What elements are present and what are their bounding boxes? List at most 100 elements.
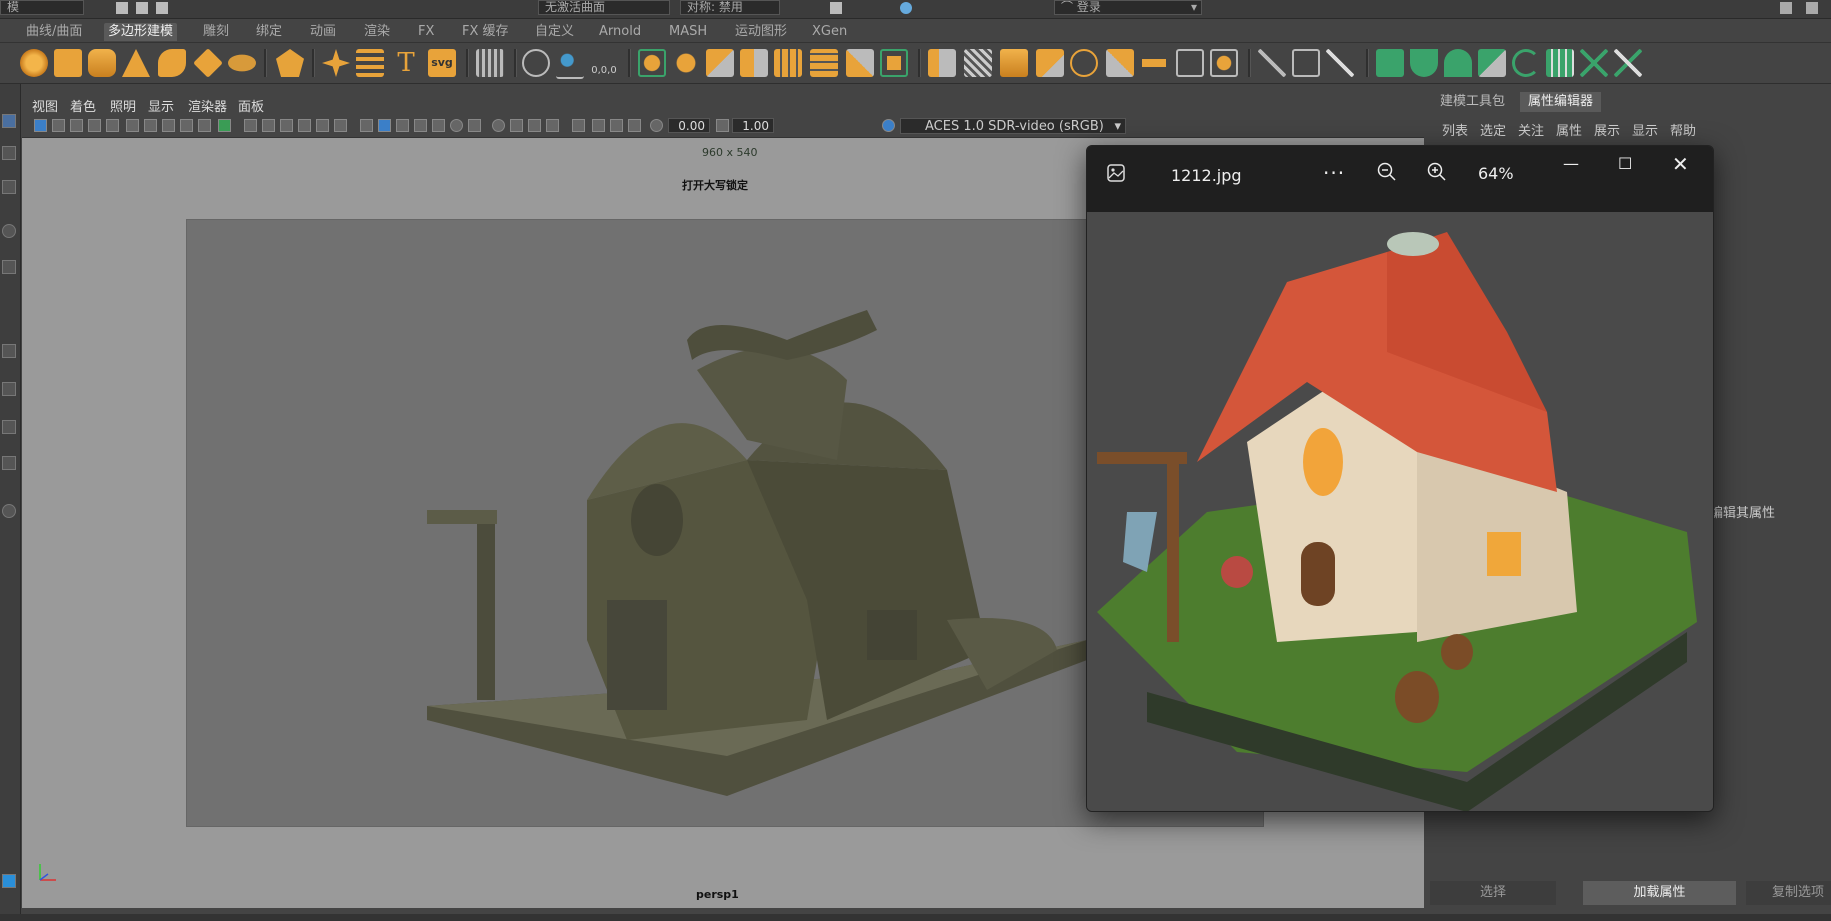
open-scene-icon[interactable] (136, 2, 148, 14)
super-shape-icon[interactable] (322, 49, 350, 77)
menu-attributes[interactable]: 属性 (1556, 120, 1582, 139)
cylindrical-uv-icon[interactable] (1410, 49, 1438, 77)
tab-fx[interactable]: FX (414, 23, 438, 41)
menu-show[interactable]: 显示 (148, 96, 174, 115)
grease-pencil-icon[interactable] (218, 119, 231, 132)
minimize-icon[interactable]: — (1563, 154, 1579, 173)
copy-tab-button[interactable]: 复制选项 (1746, 881, 1831, 905)
camera-attributes-icon[interactable] (34, 119, 47, 132)
remesh-icon[interactable] (846, 49, 874, 77)
tab-motion-graphics[interactable]: 运动图形 (731, 23, 791, 41)
ipr-icon[interactable] (900, 2, 912, 14)
append-to-poly-icon[interactable] (1036, 49, 1064, 77)
textured-icon[interactable] (432, 119, 445, 132)
menu-set-selector[interactable]: 模 (0, 0, 84, 15)
layout-stack-icon[interactable] (2, 456, 16, 470)
offset-edge-loop-icon[interactable] (1326, 49, 1354, 77)
spherical-uv-icon[interactable] (1444, 49, 1472, 77)
snap-pivot-icon[interactable] (522, 49, 550, 77)
grid-icon[interactable] (476, 49, 504, 77)
menu-display[interactable]: 显示 (1632, 120, 1658, 139)
render-icon[interactable] (830, 2, 842, 14)
motion-blur-icon[interactable] (510, 119, 523, 132)
close-icon[interactable]: ✕ (1672, 152, 1689, 176)
save-scene-icon[interactable] (156, 2, 168, 14)
login-field[interactable]: ⌒ 登录 ▾ (1054, 0, 1202, 15)
tab-attribute-editor[interactable]: 属性编辑器 (1520, 92, 1602, 112)
select-button[interactable]: 选择 (1430, 881, 1556, 905)
layout-four-icon[interactable] (2, 382, 16, 396)
grid-toggle-icon[interactable] (244, 119, 257, 132)
tab-rendering[interactable]: 渲染 (360, 23, 394, 41)
select-tool-icon[interactable] (2, 114, 16, 128)
poly-cylinder-icon[interactable] (88, 49, 116, 77)
tab-curves-surfaces[interactable]: 曲线/曲面 (22, 23, 86, 41)
outliner-icon[interactable] (2, 504, 16, 518)
more-options-icon[interactable]: ··· (1323, 161, 1345, 185)
collapse-icon[interactable] (1210, 49, 1238, 77)
poly-disc-icon[interactable] (228, 54, 256, 72)
paint-select-icon[interactable] (2, 180, 16, 194)
menu-focus[interactable]: 关注 (1518, 120, 1544, 139)
sew-uv-icon[interactable] (1614, 49, 1642, 77)
insert-edge-loop-icon[interactable] (1292, 49, 1320, 77)
merge-icon[interactable] (1140, 49, 1168, 77)
layout-icon[interactable] (1806, 2, 1818, 14)
cut-uv-icon[interactable] (1580, 49, 1608, 77)
shadows-icon[interactable] (468, 119, 481, 132)
unfold-uv-icon[interactable] (1512, 49, 1540, 77)
retopologize-icon[interactable] (880, 49, 908, 77)
zoom-out-icon[interactable] (1377, 162, 1397, 186)
gamma-field[interactable]: 1.00 (732, 118, 774, 133)
live-surface-field[interactable]: 无激活曲面 (538, 0, 670, 15)
mask-toggle-icon[interactable] (298, 119, 311, 132)
extract-icon[interactable] (706, 49, 734, 77)
platonic-solid-icon[interactable] (276, 49, 304, 77)
bookmark-icon[interactable] (180, 119, 193, 132)
reset-transform-icon[interactable]: 0,0,0 (590, 49, 618, 77)
make-hole-icon[interactable] (1106, 49, 1134, 77)
menu-view[interactable]: 视图 (32, 96, 58, 115)
tab-arnold[interactable]: Arnold (595, 23, 645, 41)
layout-single-icon[interactable] (2, 344, 16, 358)
script-editor-icon[interactable] (2, 874, 16, 888)
safe-title-icon[interactable] (162, 119, 175, 132)
tab-rigging[interactable]: 绑定 (252, 23, 286, 41)
xray-active-icon[interactable] (610, 119, 623, 132)
layout-uv-icon[interactable] (1546, 49, 1574, 77)
new-scene-icon[interactable] (116, 2, 128, 14)
tab-fx-caching[interactable]: FX 缓存 (458, 23, 513, 41)
field-chart-icon[interactable] (126, 119, 139, 132)
gallery-icon[interactable] (1107, 164, 1125, 182)
pivot-tool-icon[interactable] (556, 49, 584, 79)
safe-toggle-icon[interactable] (334, 119, 347, 132)
gamma-icon[interactable] (716, 119, 729, 132)
exposure-icon[interactable] (650, 119, 663, 132)
menu-list[interactable]: 列表 (1442, 120, 1468, 139)
zoom-level[interactable]: 64% (1478, 164, 1514, 183)
maximize-icon[interactable]: ☐ (1618, 154, 1632, 173)
scale-tool-icon[interactable] (2, 260, 16, 274)
multi-cut-icon[interactable] (1258, 49, 1286, 77)
menu-show[interactable]: 展示 (1594, 120, 1620, 139)
anti-alias-icon[interactable] (528, 119, 541, 132)
type-tool-icon[interactable]: T (392, 49, 420, 77)
lights-icon[interactable] (450, 119, 463, 132)
menu-shading[interactable]: 着色 (70, 96, 96, 115)
bridge-icon[interactable] (964, 49, 992, 77)
mirror-icon[interactable] (740, 49, 768, 77)
fill-hole-icon[interactable] (1070, 49, 1098, 77)
lasso-tool-icon[interactable] (2, 146, 16, 160)
xray-joints-icon[interactable] (592, 119, 605, 132)
poly-torus-icon[interactable] (158, 49, 186, 77)
planar-uv-icon[interactable] (1376, 49, 1404, 77)
view-transform-select[interactable]: ACES 1.0 SDR-video (sRGB) ▾ (900, 118, 1126, 134)
tab-modeling-toolkit[interactable]: 建模工具包 (1432, 92, 1513, 112)
svg-tool-icon[interactable]: svg (428, 49, 456, 77)
poly-plane-icon[interactable] (193, 48, 223, 78)
exposure-field[interactable]: 0.00 (668, 118, 710, 133)
tab-mash[interactable]: MASH (665, 23, 711, 41)
gate-mask-icon[interactable] (106, 119, 119, 132)
film-gate-icon[interactable] (70, 119, 83, 132)
select-camera-icon[interactable] (52, 119, 65, 132)
